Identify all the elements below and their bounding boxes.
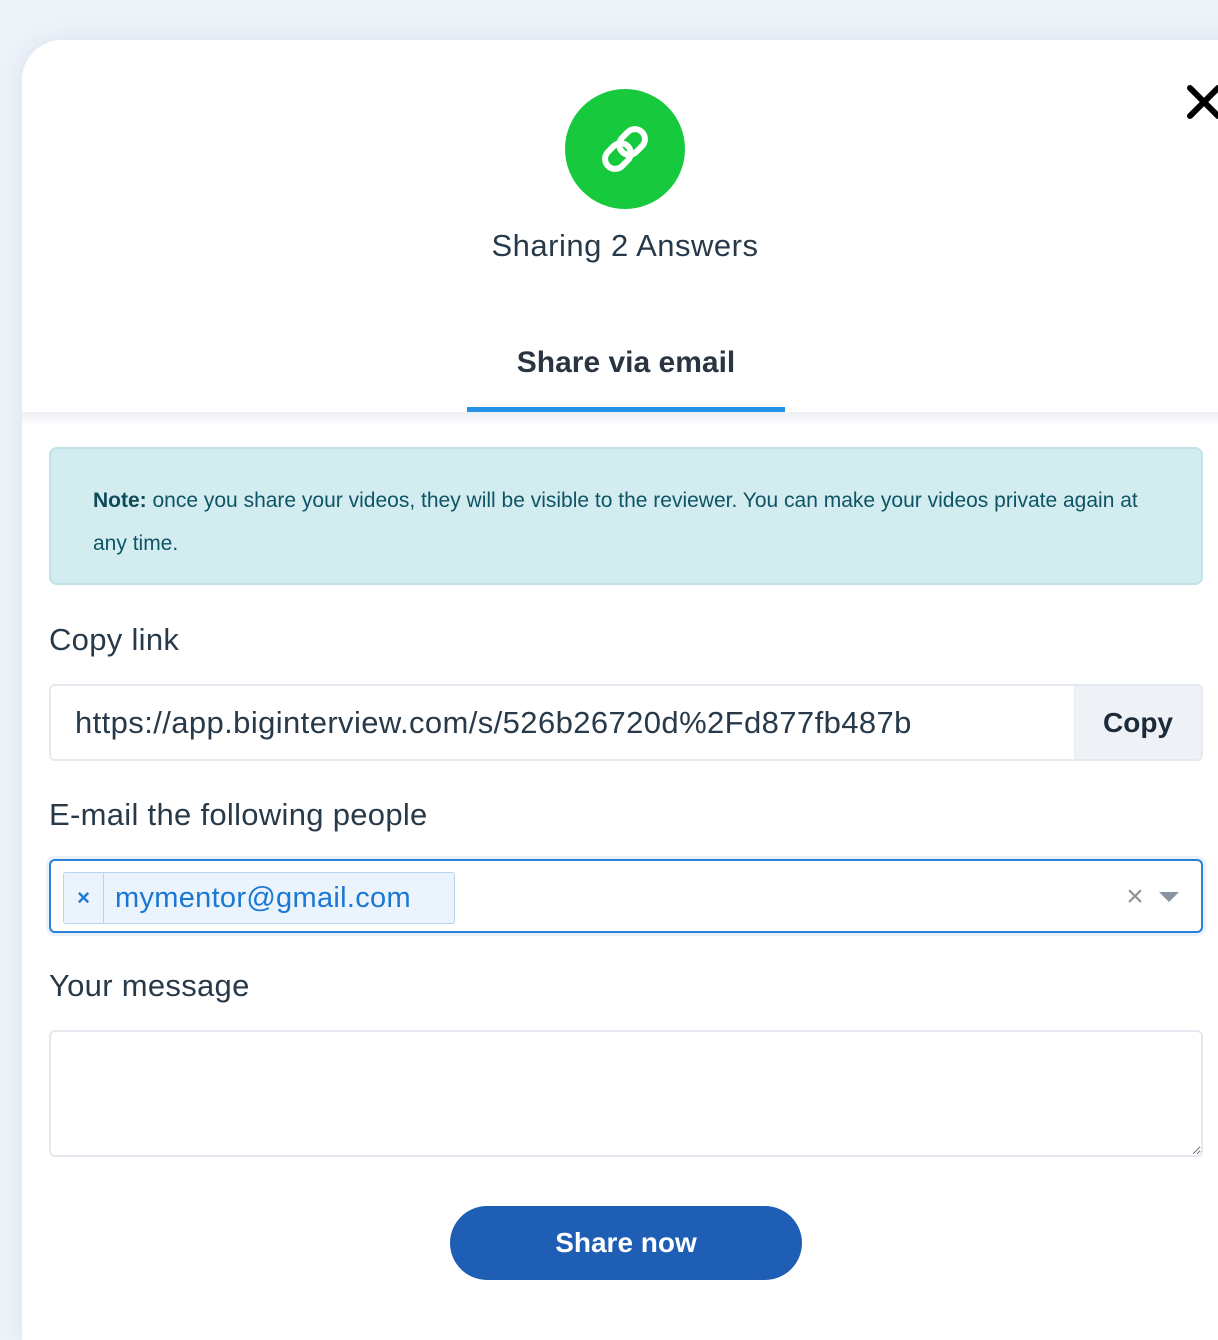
copy-button[interactable]: Copy: [1074, 686, 1201, 759]
tab-share-via-email[interactable]: Share via email: [467, 340, 785, 412]
clear-all-icon[interactable]: ×: [1123, 879, 1147, 915]
share-modal: Sharing 2 Answers Share via email Note: …: [22, 40, 1218, 1340]
copy-link-group: Copy: [49, 684, 1203, 761]
email-recipients-select[interactable]: × mymentor@gmail.com ×: [49, 859, 1203, 933]
chevron-down-icon[interactable]: [1159, 892, 1179, 902]
recipient-tag: × mymentor@gmail.com: [63, 872, 455, 924]
link-badge: [565, 89, 685, 209]
header-divider: [22, 412, 1218, 426]
message-label: Your message: [49, 968, 250, 1003]
modal-header: Sharing 2 Answers Share via email: [22, 40, 1218, 412]
info-note: Note: once you share your videos, they w…: [49, 447, 1203, 585]
modal-title: Sharing 2 Answers: [491, 228, 759, 263]
message-textarea[interactable]: [49, 1030, 1203, 1157]
share-now-button[interactable]: Share now: [450, 1206, 802, 1280]
remove-recipient-button[interactable]: ×: [64, 873, 104, 923]
copy-link-input[interactable]: [51, 686, 1074, 759]
note-prefix: Note:: [93, 489, 147, 512]
recipient-email: mymentor@gmail.com: [115, 881, 411, 914]
note-text: once you share your videos, they will be…: [93, 489, 1138, 555]
copy-link-label: Copy link: [49, 622, 180, 657]
link-icon: [602, 126, 648, 172]
tab-label: Share via email: [516, 346, 736, 379]
email-label: E-mail the following people: [49, 797, 428, 832]
